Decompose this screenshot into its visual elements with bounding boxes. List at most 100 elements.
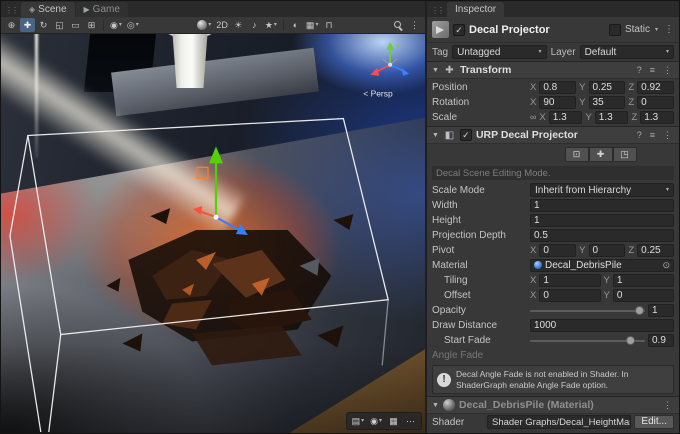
rect-tool-button[interactable]: ▭ (68, 18, 83, 32)
position-x-field[interactable]: 0.8 (539, 81, 576, 94)
static-checkbox[interactable] (609, 24, 621, 36)
scale-x-field[interactable]: 1.3 (549, 111, 583, 124)
rotate-tool-button[interactable]: ↻ (36, 18, 51, 32)
effects-dropdown[interactable]: ★▾ (263, 18, 279, 32)
pane-drag-handle-icon[interactable]: ⋮⋮ (5, 6, 17, 15)
decal-projector-header[interactable]: ▼ ◧ ✓ URP Decal Projector ? ≡ ⋮ (427, 126, 679, 144)
pivot-y-field[interactable]: 0 (589, 244, 626, 257)
overlay-more-button[interactable]: ⋯ (403, 414, 418, 428)
tiling-row: Tiling X 1 Y 1 (427, 273, 679, 287)
grid-overlay-button[interactable]: ▦ (386, 414, 401, 428)
camera-icon: ◉ (370, 417, 378, 426)
rotation-z-field[interactable]: 0 (637, 96, 674, 109)
component-menu-icon[interactable]: ⋮ (661, 65, 674, 76)
opacity-row: Opacity 1 (427, 303, 679, 317)
width-field[interactable]: 1 (530, 199, 674, 212)
position-label: Position (432, 82, 527, 93)
rotation-label: Rotation (432, 97, 527, 108)
gameobject-menu-icon[interactable]: ⋮ (664, 24, 674, 35)
scale-label: Scale (432, 112, 527, 123)
opacity-slider[interactable] (530, 304, 645, 317)
active-checkbox[interactable]: ✓ (453, 24, 465, 36)
scale-mode-dropdown[interactable]: Inherit from Hierarchy▾ (530, 183, 674, 197)
edit-bounds-button[interactable]: ⊡ (565, 147, 589, 162)
grid-dropdown[interactable]: ▦▾ (304, 18, 321, 32)
move-tool-button[interactable]: ✚ (20, 18, 35, 32)
shader-dropdown[interactable]: Shader Graphs/Decal_HeightMask▾ (487, 415, 631, 429)
material-object-field[interactable]: Decal_DebrisPile ⊙ (530, 259, 674, 272)
tiling-y-field[interactable]: 1 (613, 274, 674, 287)
edit-uv-button[interactable]: ◳ (613, 147, 637, 162)
scale-row: Scale ∞ X 1.3 Y 1.3 Z 1.3 (427, 110, 679, 124)
object-picker-icon[interactable]: ⊙ (662, 260, 670, 271)
pivot-z-field[interactable]: 0.25 (637, 244, 674, 257)
handle-space-dropdown[interactable]: ◎▾ (125, 18, 141, 32)
draw-distance-row: Draw Distance 1000 (427, 318, 679, 332)
camera-view-dropdown[interactable]: ◉▾ (368, 414, 384, 428)
height-field[interactable]: 1 (530, 214, 674, 227)
scene-orientation-gizmo[interactable]: y < Persp (363, 42, 409, 99)
shader-edit-button[interactable]: Edit... (634, 415, 674, 429)
layer-label: Layer (551, 47, 576, 58)
projection-depth-field[interactable]: 0.5 (530, 229, 674, 242)
tab-game[interactable]: ▶ Game (76, 2, 128, 17)
offset-y-field[interactable]: 0 (613, 289, 674, 302)
component-menu-icon[interactable]: ⋮ (661, 400, 674, 411)
persp-label[interactable]: < Persp (363, 89, 393, 99)
scale-tool-button[interactable]: ◱ (52, 18, 67, 32)
component-menu-icon[interactable]: ⋮ (661, 130, 674, 141)
rotation-y-field[interactable]: 35 (589, 96, 626, 109)
decal-projector-title: URP Decal Projector (476, 129, 631, 141)
position-z-field[interactable]: 0.92 (637, 81, 674, 94)
tag-dropdown[interactable]: Untagged▾ (452, 45, 546, 59)
scene-lighting-toggle[interactable]: ☀ (231, 18, 246, 32)
scale-z-field[interactable]: 1.3 (640, 111, 674, 124)
inspector-body: ✓ Decal Projector Static ▾ ⋮ Tag Untagge… (427, 17, 679, 433)
edit-pivot-button[interactable]: ✚ (589, 147, 613, 162)
rotation-x-field[interactable]: 90 (539, 96, 576, 109)
scale-y-field[interactable]: 1.3 (595, 111, 629, 124)
gameobject-name[interactable]: Decal Projector (469, 24, 605, 36)
transform-header[interactable]: ▼ ✚ Transform ? ≡ ⋮ (427, 61, 679, 79)
preset-icon[interactable]: ≡ (648, 65, 657, 75)
offset-row: Offset X 0 Y 0 (427, 288, 679, 302)
tab-scene[interactable]: ◈ Scene (21, 2, 75, 17)
static-dropdown-caret[interactable]: ▾ (655, 27, 658, 33)
shading-mode-dropdown[interactable]: ▾ (195, 18, 213, 32)
pivot-mode-dropdown[interactable]: ◉▾ (108, 18, 124, 32)
help-icon[interactable]: ? (635, 130, 644, 140)
draw-distance-field[interactable]: 1000 (530, 319, 674, 332)
preset-icon[interactable]: ≡ (648, 130, 657, 140)
foldout-icon[interactable]: ▼ (432, 132, 439, 139)
search-button[interactable] (391, 18, 406, 32)
scene-viewport[interactable]: y < Persp ▤▾ ◉▾ ▦ ⋯ (1, 34, 425, 433)
position-y-field[interactable]: 0.25 (589, 81, 626, 94)
snap-toggle[interactable]: ⊓ (321, 18, 336, 32)
transform-tool-button[interactable]: ⊞ (84, 18, 99, 32)
offset-x-field[interactable]: 0 (539, 289, 600, 302)
overlay-menu-button[interactable]: ▤▾ (350, 414, 367, 428)
scene-visibility-toggle[interactable]: ◐ (288, 18, 303, 32)
tiling-x-field[interactable]: 1 (539, 274, 600, 287)
scene-menu-button[interactable]: ⋮ (407, 18, 422, 32)
menu-icon: ⋮ (410, 21, 419, 30)
transform-component-icon: ✚ (443, 65, 456, 76)
opacity-field[interactable]: 1 (648, 304, 674, 317)
scene-tabbar: ⋮⋮ ◈ Scene ▶ Game (1, 1, 425, 17)
layer-dropdown[interactable]: Default▾ (580, 45, 674, 59)
foldout-icon[interactable]: ▼ (432, 402, 439, 409)
material-header[interactable]: ▼ Decal_DebrisPile (Material) ⋮ (427, 396, 679, 414)
pane-drag-handle-icon[interactable]: ⋮⋮ (431, 6, 443, 15)
tab-inspector[interactable]: Inspector (447, 2, 504, 17)
view-tool-button[interactable]: ⊕ (4, 18, 19, 32)
uniform-scale-link-icon[interactable]: ∞ (530, 112, 536, 122)
help-icon[interactable]: ? (635, 65, 644, 75)
foldout-icon[interactable]: ▼ (432, 67, 439, 74)
scene-audio-toggle[interactable]: ♪ (247, 18, 262, 32)
component-enabled-checkbox[interactable]: ✓ (460, 129, 472, 141)
toggle-2d-button[interactable]: 2D (214, 18, 230, 32)
move-gizmo[interactable] (193, 146, 248, 235)
pivot-x-field[interactable]: 0 (539, 244, 576, 257)
start-fade-field[interactable]: 0.9 (648, 334, 674, 347)
start-fade-slider[interactable] (530, 334, 645, 347)
